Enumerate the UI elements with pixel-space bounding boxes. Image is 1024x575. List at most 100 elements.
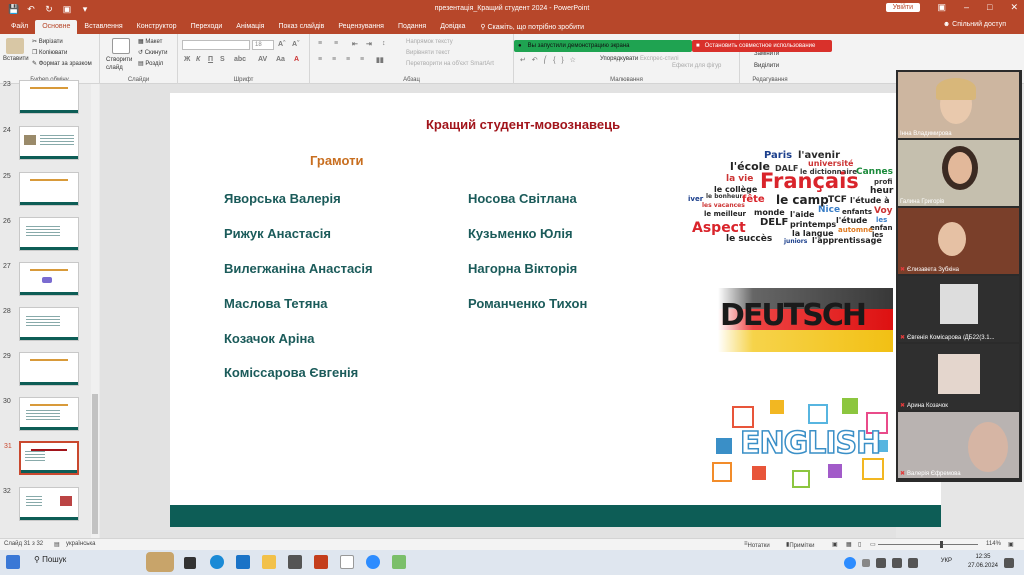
strikethrough-icon[interactable]: abc xyxy=(234,56,246,63)
new-slide-icon[interactable] xyxy=(112,38,130,54)
reading-view-icon[interactable]: ▯ xyxy=(858,541,861,548)
tray-zoom-icon[interactable] xyxy=(844,557,856,569)
award-name[interactable]: Рижук Анастасія xyxy=(224,226,331,241)
paste-button[interactable]: Вставити xyxy=(3,56,29,62)
redo-icon[interactable]: ↻ xyxy=(44,4,54,15)
align-right-icon[interactable]: ≡ xyxy=(346,56,350,63)
font-name-field[interactable] xyxy=(182,40,250,50)
indent-icon[interactable]: ⇤ xyxy=(352,40,358,48)
ribbon-display-icon[interactable]: ▣ xyxy=(937,2,946,13)
mail-icon[interactable] xyxy=(236,555,250,569)
tab-slideshow[interactable]: Показ слайдів xyxy=(271,20,331,34)
zoom-slider[interactable] xyxy=(878,544,978,545)
format-painter-button[interactable]: ✎ Формат за зразком xyxy=(32,60,92,67)
thumbnails-scrollbar[interactable] xyxy=(91,84,99,538)
participant-tile[interactable]: ✖ Єлизавета Зубкіна xyxy=(898,208,1019,274)
presenter-view-icon[interactable]: ▭ xyxy=(870,541,876,548)
sign-in-button[interactable]: Увійти xyxy=(885,3,920,12)
slide-thumbnail[interactable]: 24 xyxy=(3,126,79,160)
english-colorful-image[interactable]: ENGLISH xyxy=(712,398,894,490)
taskbar-search[interactable]: ⚲ Пошук xyxy=(34,555,66,564)
tab-help[interactable]: Довідка xyxy=(433,20,472,34)
numbering-icon[interactable]: ≡ xyxy=(334,40,338,47)
tab-animations[interactable]: Анімація xyxy=(229,20,271,34)
comments-button[interactable]: ▮ Примітки xyxy=(786,541,815,549)
file-explorer-icon[interactable] xyxy=(262,555,276,569)
system-clock[interactable]: 12:35 27.06.2024 xyxy=(968,553,998,571)
slide-thumbnail[interactable]: 26 xyxy=(3,217,79,251)
reset-button[interactable]: ↺ Скинути xyxy=(138,49,167,56)
outdent-icon[interactable]: ⇥ xyxy=(366,40,372,48)
align-center-icon[interactable]: ≡ xyxy=(332,56,336,63)
scroll-thumb[interactable] xyxy=(92,394,98,534)
slide-thumbnail-selected[interactable]: 31 xyxy=(4,441,79,475)
language-indicator[interactable]: українська xyxy=(66,541,96,547)
participant-tile[interactable]: Інна Владимирова xyxy=(898,72,1019,138)
italic-icon[interactable]: К xyxy=(196,56,200,63)
case-icon[interactable]: Aa xyxy=(276,56,285,63)
select-button[interactable]: Виділити xyxy=(754,63,779,69)
spacing-icon[interactable]: AV xyxy=(258,56,267,63)
cut-button[interactable]: ✂ Вирізати xyxy=(32,38,63,45)
shrink-font-icon[interactable]: Aˇ xyxy=(292,41,299,48)
award-name[interactable]: Маслова Тетяна xyxy=(224,296,328,311)
copy-button[interactable]: ❐ Копіювати xyxy=(32,49,67,56)
tab-file[interactable]: Файл xyxy=(4,20,35,34)
slide-thumbnail[interactable]: 28 xyxy=(3,307,79,341)
award-name[interactable]: Нагорна Вікторія xyxy=(468,261,577,276)
slide-thumbnail[interactable]: 29 xyxy=(3,352,79,386)
slide-thumbnail[interactable]: 23 xyxy=(3,80,79,114)
tab-design[interactable]: Конструктор xyxy=(130,20,184,34)
slide-thumbnail[interactable]: 30 xyxy=(3,397,79,431)
tab-review[interactable]: Рецензування xyxy=(331,20,391,34)
bold-icon[interactable]: Ж xyxy=(184,56,190,63)
layout-button[interactable]: ▦ Макет xyxy=(138,38,162,45)
underline-icon[interactable]: П xyxy=(208,56,213,63)
font-size-field[interactable]: 18 xyxy=(252,40,274,50)
store-icon[interactable] xyxy=(288,555,302,569)
columns-icon[interactable]: ▮▮ xyxy=(376,56,384,64)
arrange-button[interactable]: Упорядкувати xyxy=(600,56,638,62)
save-icon[interactable]: 💾 xyxy=(8,4,19,15)
justify-icon[interactable]: ≡ xyxy=(360,56,364,63)
zoom-slider-thumb[interactable] xyxy=(940,541,943,548)
font-color-icon[interactable]: A xyxy=(294,56,299,63)
zoom-level[interactable]: 114% xyxy=(986,541,1001,547)
network-icon[interactable] xyxy=(876,558,886,568)
participant-tile[interactable]: ✖ Євгенія Комісарова /ДБ22(3.1... xyxy=(898,276,1019,342)
award-name[interactable]: Яворська Валерія xyxy=(224,191,341,206)
quick-styles-button[interactable]: Експрес-стилі xyxy=(640,56,679,62)
award-name[interactable]: Коміссарова Євгенія xyxy=(224,365,358,380)
french-word-cloud-image[interactable]: Paris l'avenir université l'école DALF l… xyxy=(688,151,893,245)
tab-view[interactable]: Подання xyxy=(391,20,433,34)
paste-icon[interactable] xyxy=(6,38,24,54)
section-button[interactable]: ▤ Розділ xyxy=(138,60,163,67)
award-name[interactable]: Романченко Тихон xyxy=(468,296,587,311)
smartart-button[interactable]: Перетворити на об'єкт SmartArt xyxy=(406,61,494,67)
tab-home[interactable]: Основне xyxy=(35,20,78,34)
slide-thumbnail[interactable]: 32 xyxy=(3,487,79,521)
normal-view-icon[interactable]: ▣ xyxy=(832,541,838,548)
screen-share-status[interactable]: ● Вы запустили демонстрацию экрана xyxy=(514,40,692,52)
spell-check-icon[interactable]: ▤ xyxy=(54,541,60,548)
award-name[interactable]: Вилегжаніна Анастасія xyxy=(224,261,373,276)
shape-effects-button[interactable]: Ефекти для фігур xyxy=(672,63,721,69)
award-name[interactable]: Кузьменко Юлія xyxy=(468,226,573,241)
participant-tile[interactable]: ✖ Арина Козачок xyxy=(898,344,1019,410)
grow-font-icon[interactable]: Aˆ xyxy=(278,41,285,48)
fit-slide-icon[interactable]: ▣ xyxy=(1008,541,1014,548)
weather-widget-icon[interactable] xyxy=(146,552,174,572)
stop-sharing-button[interactable]: ■ Остановить совместное использование xyxy=(692,40,832,52)
shapes-gallery[interactable]: ↵ ↶ ⎛ { } ☆ xyxy=(520,56,578,64)
minimize-icon[interactable]: – xyxy=(964,2,969,13)
task-view-icon[interactable] xyxy=(184,557,196,569)
edge-icon[interactable] xyxy=(210,555,224,569)
volume-icon[interactable] xyxy=(892,558,902,568)
text-direction-button[interactable]: Напрямок тексту xyxy=(406,39,453,45)
award-name[interactable]: Козачок Аріна xyxy=(224,331,315,346)
slideshow-icon[interactable]: ▣ xyxy=(62,4,72,15)
undo-icon[interactable]: ↶ xyxy=(26,4,36,15)
tray-chevron-icon[interactable] xyxy=(862,559,870,567)
award-name[interactable]: Носова Світлана xyxy=(468,191,577,206)
tab-transitions[interactable]: Переходи xyxy=(184,20,230,34)
